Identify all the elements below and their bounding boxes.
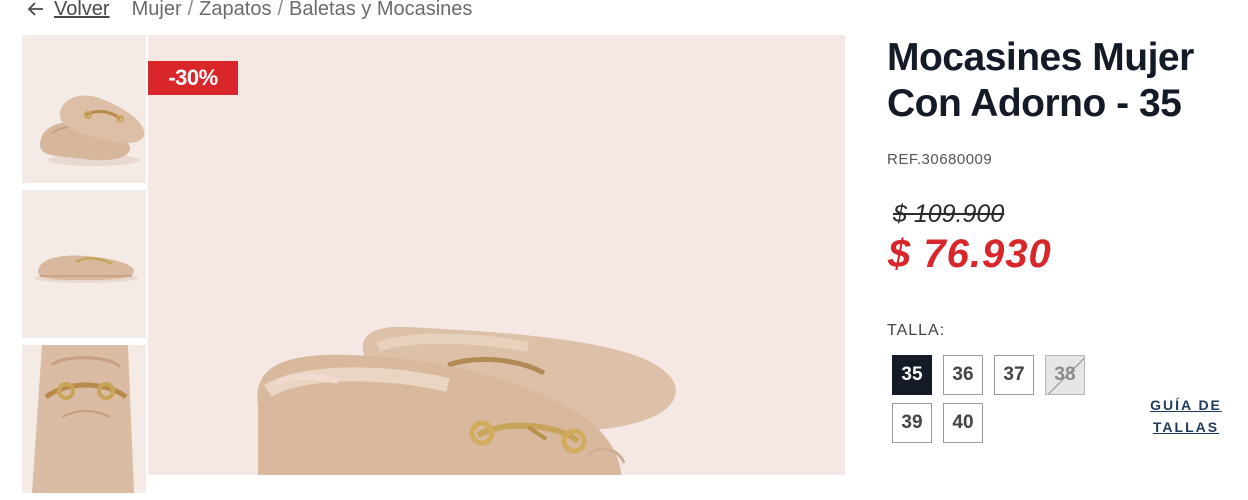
main-product-image[interactable]: [148, 35, 845, 475]
breadcrumb-item-baletas[interactable]: Baletas y Mocasines: [289, 0, 472, 21]
thumbnail-1[interactable]: [22, 35, 146, 183]
size-option-36[interactable]: 36: [943, 355, 983, 395]
size-guide-link[interactable]: GUÍA DE TALLAS: [1140, 394, 1232, 438]
breadcrumb-separator: /: [277, 0, 283, 20]
size-option-37[interactable]: 37: [994, 355, 1034, 395]
size-selector: 35 36 37 38 39 40: [892, 355, 1102, 443]
product-ref: REF.30680009: [887, 151, 993, 168]
size-option-39[interactable]: 39: [892, 403, 932, 443]
loafers-photo: [257, 326, 676, 475]
shoe-side-image: [34, 255, 138, 283]
size-label: TALLA:: [887, 322, 946, 339]
discount-badge: -30%: [148, 61, 238, 95]
product-title: Mocasines Mujer Con Adorno - 35: [887, 36, 1194, 125]
back-label[interactable]: Volver: [54, 0, 110, 21]
thumbnail-2[interactable]: [22, 190, 146, 338]
size-option-38: 38: [1045, 355, 1085, 395]
breadcrumb-separator: /: [187, 0, 194, 20]
arrow-left-icon: [27, 2, 43, 16]
sale-price: $ 76.930: [888, 232, 1052, 276]
breadcrumb-item-zapatos[interactable]: Zapatos: [199, 0, 271, 21]
shoe-pair-image: [40, 95, 145, 166]
back-link[interactable]: Volver: [26, 0, 110, 21]
old-price: $ 109.900: [893, 200, 1005, 228]
breadcrumb: Volver Mujer / Zapatos / Baletas y Mocas…: [26, 0, 472, 24]
thumbnail-list: [22, 35, 146, 500]
breadcrumb-item-mujer[interactable]: Mujer: [132, 0, 182, 21]
shoe-detail-image: [22, 345, 146, 493]
size-option-40[interactable]: 40: [943, 403, 983, 443]
thumbnail-3[interactable]: [22, 345, 146, 493]
size-option-35[interactable]: 35: [892, 355, 932, 395]
